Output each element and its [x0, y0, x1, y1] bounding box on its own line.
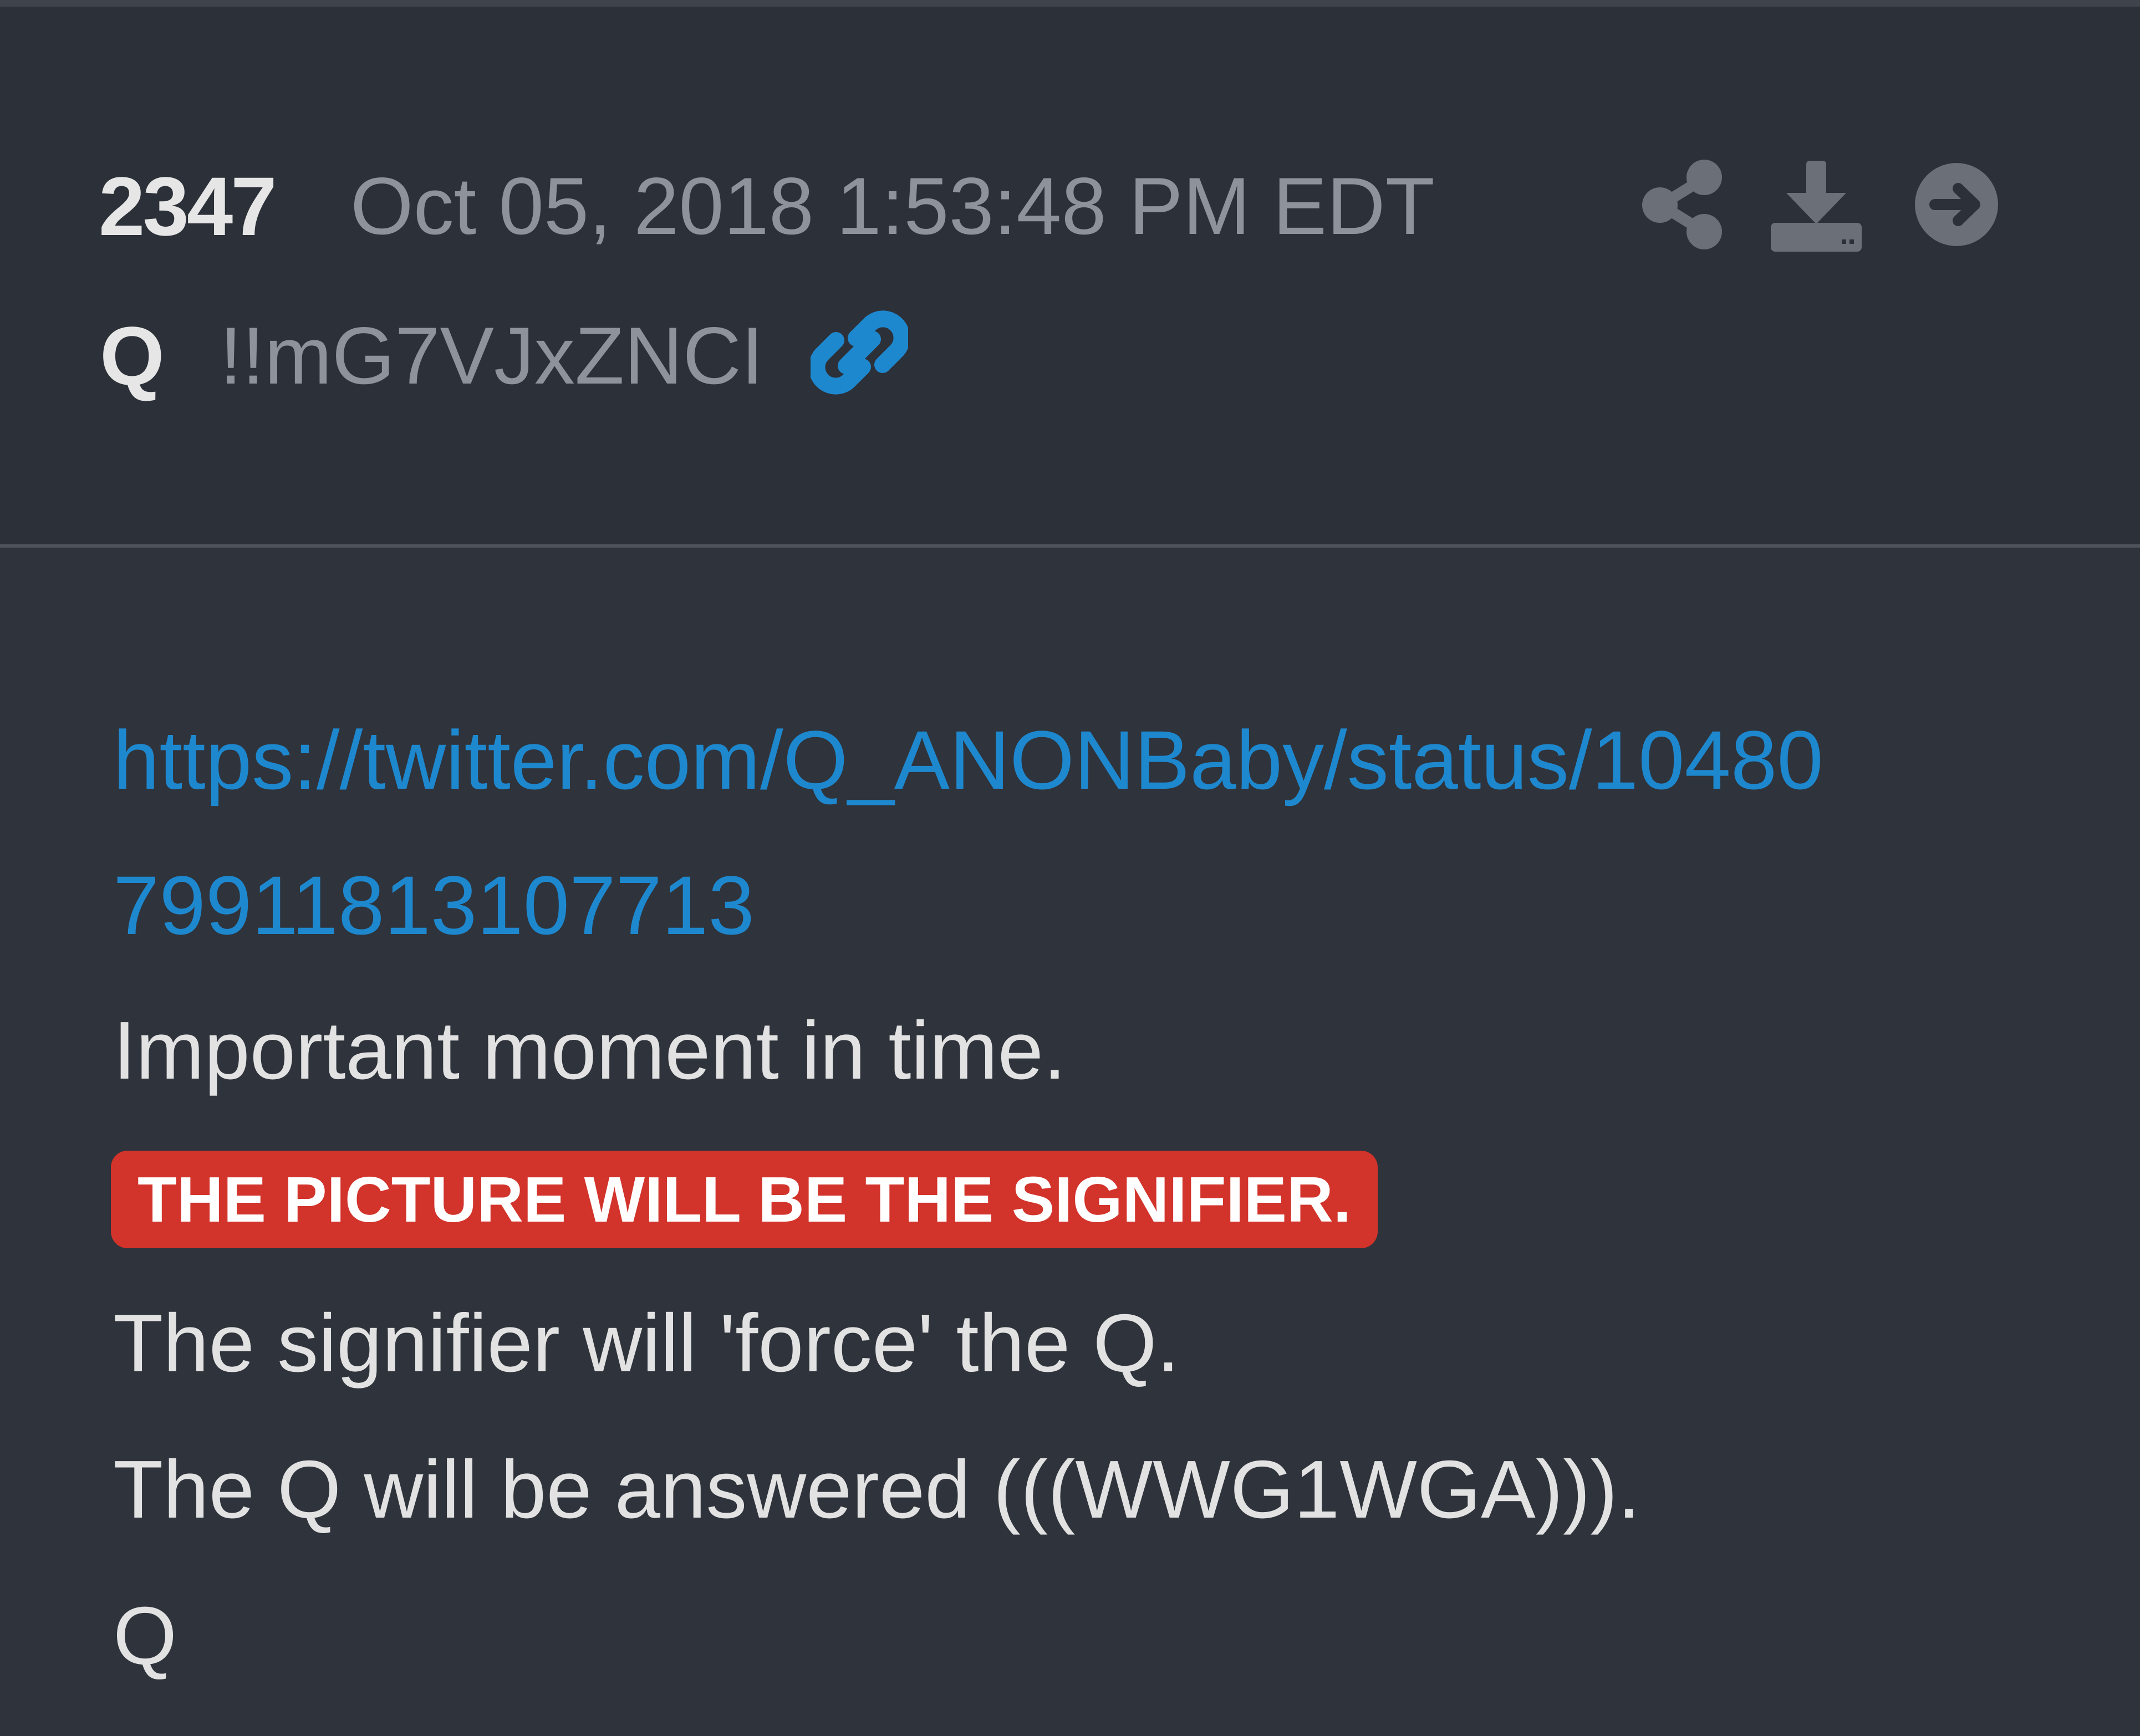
- post-number[interactable]: 2347: [99, 156, 277, 256]
- share-icon[interactable]: [1641, 157, 1724, 252]
- post-body: https://twitter.com/Q_ANONBaby/status/10…: [111, 687, 2054, 1709]
- download-icon[interactable]: [1771, 157, 1862, 252]
- highlight-text: THE PICTURE WILL BE THE SIGNIFIER.: [111, 1151, 1378, 1248]
- link-icon[interactable]: [811, 304, 908, 401]
- post-link-part2[interactable]: 79911813107713: [113, 833, 2054, 978]
- post-date: Oct 05, 2018 1:53:48 PM EDT: [350, 161, 1435, 251]
- top-edge: [0, 0, 2140, 7]
- highlight-wrap: THE PICTURE WILL BE THE SIGNIFIER.: [111, 1124, 2054, 1270]
- tripcode: !!mG7VJxZNCI: [220, 310, 764, 401]
- author-name: Q: [100, 309, 165, 402]
- signature: Q: [113, 1590, 177, 1682]
- arrow-right-circle-icon[interactable]: [1915, 163, 1998, 246]
- body-line: The Q will be answered (((WWG1WGA))).: [113, 1444, 1640, 1535]
- post-header: [0, 7, 2140, 544]
- body-line: The signifier will 'force' the Q.: [113, 1298, 1180, 1389]
- body-line: Important moment in time.: [113, 1005, 1067, 1096]
- header-divider: [0, 544, 2140, 548]
- post-link-part1[interactable]: https://twitter.com/Q_ANONBaby/status/10…: [113, 687, 2054, 833]
